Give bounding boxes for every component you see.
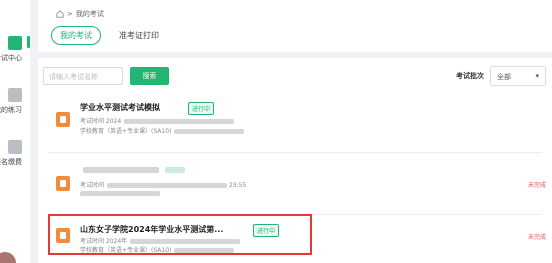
exam-info: 学校教育（英语+专业课）(SA10): [80, 126, 245, 135]
exam-info-label: 学校教育（英语+专业课）(SA10): [80, 247, 172, 254]
sidebar: 考试中心 我的练习 报名缴费: [0, 0, 30, 263]
batch-label: 考试批次: [456, 72, 484, 80]
exam-time-label: 考试时间 2024: [80, 118, 122, 125]
exam-time: 考试时间 23:55: [80, 180, 246, 189]
batch-select-value: 全部: [497, 73, 511, 81]
tab-bar: 我的考试 准考证打印: [51, 26, 167, 45]
user-card-icon: [8, 140, 22, 154]
exam-time-end: 23:55: [228, 182, 247, 189]
sidebar-item-label: 报名缴费: [0, 158, 22, 166]
redacted-badge: [165, 167, 185, 173]
breadcrumb-separator: >: [67, 10, 73, 18]
exam-info: [80, 190, 160, 197]
exam-status: 未完成: [527, 234, 546, 241]
exam-card[interactable]: 山东女子学院2024年学业水平测试第... 进行中 考试时间 2024年 学校教…: [48, 216, 552, 263]
batch-select[interactable]: 全部 ▾: [490, 66, 546, 86]
sidebar-item-exam-center[interactable]: 考试中心: [0, 36, 30, 63]
status-badge: 进行中: [188, 102, 215, 115]
exam-info: 学校教育（英语+专业课）(SA10): [80, 245, 235, 254]
search-input[interactable]: 请输入考试名称: [43, 67, 123, 85]
exam-document-icon: [56, 176, 70, 191]
edit-icon: [8, 36, 22, 50]
exam-status: 未完成: [527, 182, 546, 189]
header: > 我的考试 我的考试 准考证打印: [38, 0, 552, 52]
exam-document-icon: [56, 228, 70, 243]
exam-time-label: 考试时间: [80, 182, 105, 189]
exam-time: 考试时间 2024: [80, 116, 235, 125]
sidebar-item-label: 考试中心: [0, 54, 22, 62]
breadcrumb: > 我的考试: [56, 9, 104, 19]
tab-admission-ticket-print[interactable]: 准考证打印: [111, 27, 167, 44]
breadcrumb-current: 我的考试: [75, 10, 104, 18]
exam-card[interactable]: 学业水平测试考试模拟 进行中 考试时间 2024 学校教育（英语+专业课）(SA…: [48, 94, 552, 146]
exam-document-icon: [56, 112, 70, 127]
filter-bar: 请输入考试名称 搜索 考试批次 全部 ▾: [38, 58, 552, 94]
exam-title: 山东女子学院2024年学业水平测试第...: [80, 225, 224, 234]
active-indicator: [27, 36, 30, 48]
status-badge: 进行中: [253, 224, 280, 237]
divider: [48, 152, 542, 153]
exam-time-label: 考试时间 2024年: [80, 238, 128, 245]
exam-title: 学业水平测试考试模拟: [80, 103, 160, 112]
exam-info-label: 学校教育（英语+专业课）(SA10): [80, 128, 172, 135]
tab-my-exams[interactable]: 我的考试: [51, 26, 101, 45]
sidebar-item-practice[interactable]: 我的练习: [0, 88, 30, 115]
home-icon[interactable]: [56, 10, 64, 18]
main-content: > 我的考试 我的考试 准考证打印 请输入考试名称 搜索 考试批次 全部 ▾ 学…: [38, 0, 552, 263]
chevron-down-icon: ▾: [535, 72, 539, 80]
redacted-title: [83, 167, 159, 173]
document-icon: [8, 88, 22, 102]
search-button[interactable]: 搜索: [130, 67, 169, 85]
sidebar-item-registration[interactable]: 报名缴费: [0, 140, 30, 167]
exam-card[interactable]: 考试时间 23:55 未完成: [48, 158, 552, 210]
sidebar-item-label: 我的练习: [0, 106, 22, 114]
divider: [48, 214, 542, 215]
exam-list: 学业水平测试考试模拟 进行中 考试时间 2024 学校教育（英语+专业课）(SA…: [38, 94, 552, 263]
avatar[interactable]: [0, 252, 16, 263]
exam-time: 考试时间 2024年: [80, 236, 241, 245]
